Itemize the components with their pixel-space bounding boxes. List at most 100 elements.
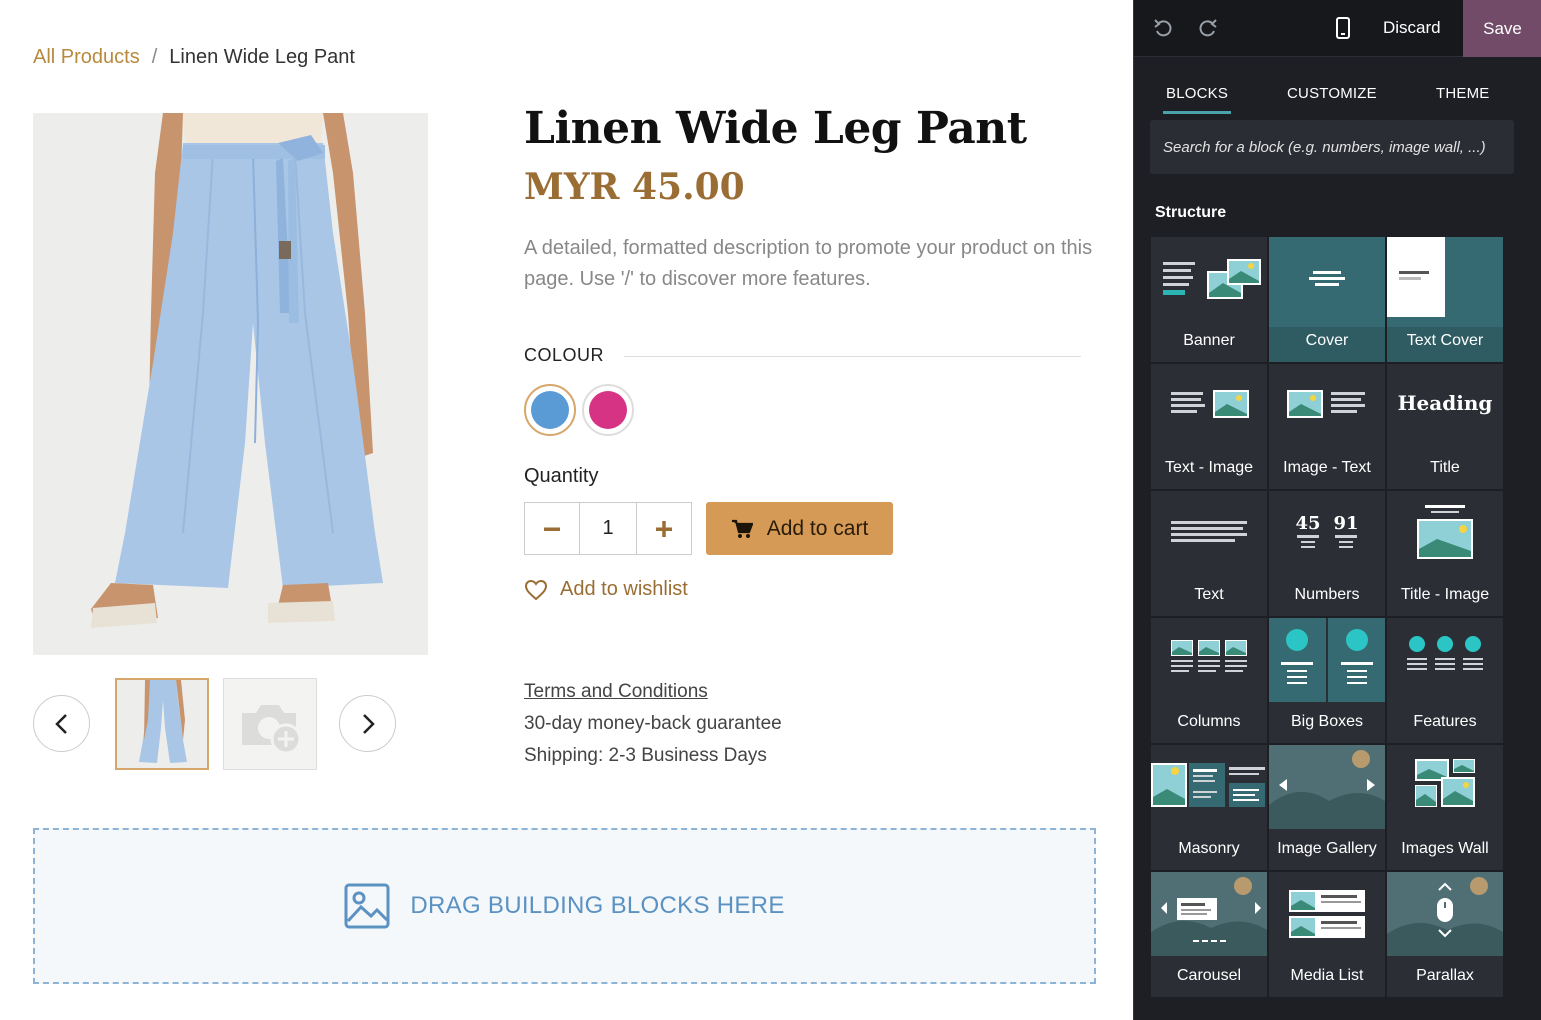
columns-thumbnail <box>1171 640 1247 672</box>
mobile-preview-icon[interactable] <box>1331 16 1355 40</box>
svg-text:Heading: Heading <box>1398 391 1493 415</box>
block-label: Features <box>1413 713 1477 730</box>
product-price: MYR 45.00 <box>524 166 745 208</box>
structure-section-title: Structure <box>1155 204 1227 221</box>
features-thumbnail <box>1407 636 1483 670</box>
block-text-image[interactable]: Text - Image <box>1151 364 1267 489</box>
chevron-right-icon <box>362 713 375 734</box>
image-icon <box>344 883 390 929</box>
text-thumbnail <box>1171 521 1247 542</box>
breadcrumb: All Products / Linen Wide Leg Pant <box>33 46 355 69</box>
block-label: Masonry <box>1178 840 1240 857</box>
banner-thumbnail <box>1163 259 1261 299</box>
tab-customize[interactable]: CUSTOMIZE <box>1287 85 1377 102</box>
product-main-image[interactable] <box>33 113 428 655</box>
text-cover-thumbnail <box>1387 237 1503 327</box>
block-label: Text <box>1194 586 1224 603</box>
editor-tabs: BLOCKS CUSTOMIZE THEME <box>1134 57 1541 117</box>
camera-plus-icon <box>224 679 316 769</box>
undo-icon[interactable] <box>1151 16 1175 40</box>
block-parallax[interactable]: Parallax <box>1387 872 1503 997</box>
images-wall-thumbnail <box>1415 759 1475 807</box>
save-button[interactable]: Save <box>1463 0 1541 57</box>
quantity-increase-button[interactable] <box>637 503 691 554</box>
add-to-wishlist-link[interactable]: Add to wishlist <box>524 578 688 601</box>
block-label: Cover <box>1305 332 1349 349</box>
colour-divider <box>624 356 1081 357</box>
block-label: Banner <box>1183 332 1235 349</box>
block-search-input[interactable] <box>1163 138 1514 156</box>
block-label: Text - Image <box>1164 459 1254 476</box>
block-label: Big Boxes <box>1290 713 1364 730</box>
block-search <box>1150 120 1514 174</box>
block-banner[interactable]: Banner <box>1151 237 1267 362</box>
svg-text:45: 45 <box>1295 513 1320 534</box>
block-label: Parallax <box>1416 967 1474 984</box>
svg-text:91: 91 <box>1333 513 1358 534</box>
numbers-thumbnail: 45 91 <box>1295 513 1359 548</box>
block-image-text[interactable]: Image - Text <box>1269 364 1385 489</box>
editor-topbar: Discard Save <box>1134 0 1541 57</box>
block-carousel[interactable]: Carousel <box>1151 872 1267 997</box>
terms-and-conditions-link[interactable]: Terms and Conditions <box>524 681 708 703</box>
block-columns[interactable]: Columns <box>1151 618 1267 743</box>
shipping-text: Shipping: 2-3 Business Days <box>524 745 767 766</box>
discard-button[interactable]: Discard <box>1383 18 1441 38</box>
image-gallery-thumbnail <box>1269 745 1385 829</box>
block-label: Title - Image <box>1400 586 1490 603</box>
block-text-cover[interactable]: Text Cover <box>1387 237 1503 362</box>
title-thumbnail: Heading <box>1398 391 1493 415</box>
quantity-decrease-button[interactable] <box>525 503 579 554</box>
block-cover[interactable]: Cover <box>1269 237 1385 362</box>
media-list-thumbnail <box>1289 890 1365 938</box>
colour-swatch-pink[interactable] <box>582 384 634 436</box>
product-description[interactable]: A detailed, formatted description to pro… <box>524 233 1104 295</box>
tab-blocks[interactable]: BLOCKS <box>1162 85 1232 114</box>
block-numbers[interactable]: 45 91 Numbers <box>1269 491 1385 616</box>
block-features[interactable]: Features <box>1387 618 1503 743</box>
product-page: All Products / Linen Wide Leg Pant Linen… <box>0 0 1133 1020</box>
editor-sidebar: Discard Save BLOCKS CUSTOMIZE THEME Stru… <box>1133 0 1541 1020</box>
quantity-input[interactable]: 1 <box>579 503 637 554</box>
image-text-thumbnail <box>1287 390 1365 418</box>
block-label: Columns <box>1177 713 1241 730</box>
block-media-list[interactable]: Media List <box>1269 872 1385 997</box>
thumbnail-product[interactable] <box>115 678 209 770</box>
building-blocks-dropzone[interactable]: DRAG BUILDING BLOCKS HERE <box>33 828 1096 984</box>
quantity-label: Quantity <box>524 465 599 487</box>
block-title[interactable]: Heading Title <box>1387 364 1503 489</box>
block-label: Image - Text <box>1283 459 1371 476</box>
chevron-left-icon <box>54 713 67 734</box>
add-to-cart-label: Add to cart <box>766 516 869 540</box>
cover-thumbnail <box>1269 237 1385 327</box>
breadcrumb-all-products-link[interactable]: All Products <box>33 46 140 69</box>
colour-swatch-blue[interactable] <box>524 384 576 436</box>
block-title-image[interactable]: Title - Image <box>1387 491 1503 616</box>
redo-icon[interactable] <box>1196 16 1220 40</box>
heart-icon <box>524 579 548 600</box>
tab-theme[interactable]: THEME <box>1436 85 1490 102</box>
prev-image-button[interactable] <box>33 695 90 752</box>
wishlist-label: Add to wishlist <box>560 578 688 600</box>
block-label: Images Wall <box>1401 840 1489 857</box>
next-image-button[interactable] <box>339 695 396 752</box>
add-to-cart-button[interactable]: Add to cart <box>706 502 893 555</box>
thumbnail-add-image[interactable] <box>223 678 317 770</box>
quantity-stepper: 1 <box>524 502 692 555</box>
guarantee-text: 30-day money-back guarantee <box>524 713 782 734</box>
block-label: Numbers <box>1294 586 1360 603</box>
masonry-thumbnail <box>1151 763 1265 807</box>
block-big-boxes[interactable]: Big Boxes <box>1269 618 1385 743</box>
breadcrumb-current: Linen Wide Leg Pant <box>169 46 355 68</box>
plus-icon <box>656 520 672 537</box>
block-label: Title <box>1430 459 1460 476</box>
block-image-gallery[interactable]: Image Gallery <box>1269 745 1385 870</box>
block-text[interactable]: Text <box>1151 491 1267 616</box>
block-label: Image Gallery <box>1277 840 1377 857</box>
block-masonry[interactable]: Masonry <box>1151 745 1267 870</box>
block-label: Text Cover <box>1406 332 1484 349</box>
block-images-wall[interactable]: Images Wall <box>1387 745 1503 870</box>
save-label: Save <box>1483 18 1522 38</box>
minus-icon <box>544 527 560 531</box>
product-title[interactable]: Linen Wide Leg Pant <box>524 103 1027 154</box>
